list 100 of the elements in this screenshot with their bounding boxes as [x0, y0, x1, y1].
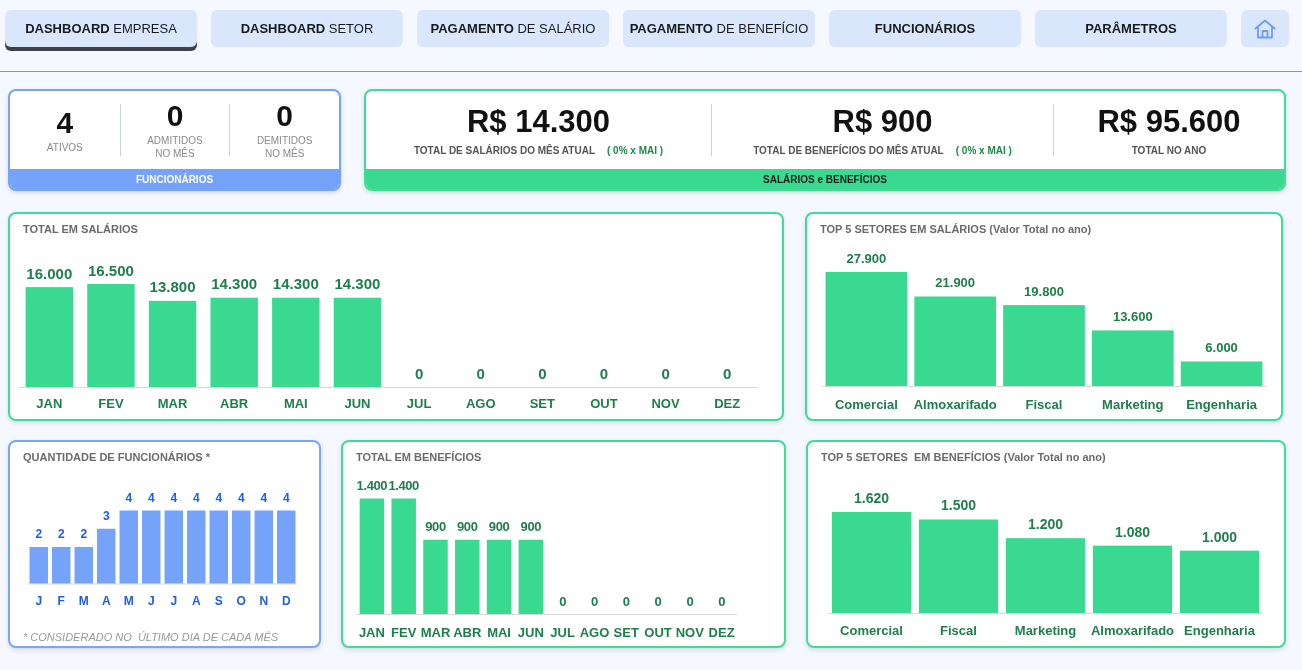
nav-tab[interactable]: PARÂMETROS — [1035, 10, 1227, 47]
value-label: 2 — [35, 527, 43, 541]
value-label: 4 — [125, 490, 133, 505]
value-label: 21.900 — [935, 275, 976, 290]
category-label: Comercial — [834, 396, 898, 412]
category-label: NOV — [651, 395, 680, 411]
kpi-value: R$ 95.600 — [1097, 104, 1241, 139]
stat-value: 0 — [166, 100, 184, 132]
category-label: M — [78, 594, 89, 608]
category-label: MAR — [420, 624, 451, 640]
nav-tab[interactable]: DASHBOARD SETOR — [211, 10, 403, 47]
stat-value: 4 — [56, 106, 74, 139]
category-label: DEZ — [714, 395, 741, 411]
category-label: OUT — [644, 624, 672, 640]
value-label: 19.800 — [1024, 283, 1064, 299]
stat-label: ATIVOS — [46, 140, 83, 154]
category-label: A — [101, 594, 111, 608]
nav-tab[interactable]: FUNCIONÁRIOS — [829, 10, 1021, 47]
chart-title: TOTAL EM BENEFÍCIOS — [356, 451, 482, 463]
category-label: JAN — [358, 624, 385, 640]
chart-bar — [74, 547, 93, 584]
category-label: FEV — [391, 624, 417, 640]
chart-title: QUANTIDADE DE FUNCIONÁRIOS * — [23, 451, 210, 463]
category-label: JAN — [36, 395, 63, 411]
category-label: S — [214, 594, 223, 608]
value-label: 1.400 — [356, 478, 388, 493]
home-icon — [1254, 18, 1276, 39]
chart-bar — [29, 547, 48, 584]
value-label: 13.800 — [149, 278, 196, 296]
value-label: 0 — [723, 364, 732, 382]
kpi-change: ( 0% x MAI ) — [607, 144, 664, 156]
value-label: 0 — [476, 364, 485, 382]
card-footer: FUNCIONÁRIOS — [10, 169, 339, 189]
value-label: 0 — [538, 364, 547, 382]
category-label: A — [191, 594, 201, 608]
value-label: 0 — [718, 593, 726, 609]
category-label: J — [35, 594, 43, 608]
chart-title: TOTAL EM SALÁRIOS — [23, 223, 138, 235]
category-label: ABR — [220, 395, 249, 411]
value-label: 0 — [622, 593, 630, 609]
category-label: JUL — [406, 395, 432, 411]
category-label: M — [123, 594, 134, 608]
nav-tab[interactable]: PAGAMENTO DE BENEFÍCIO — [623, 10, 815, 47]
kpi-value: R$ 900 — [832, 104, 933, 139]
category-label: J — [170, 594, 178, 608]
category-label: JUL — [550, 624, 575, 640]
stat-label: DEMITIDOS NO MÊS — [255, 134, 314, 160]
value-label: 4 — [192, 490, 200, 505]
category-label: J — [147, 594, 155, 608]
value-label: 4 — [147, 490, 155, 505]
value-label: 4 — [215, 490, 223, 505]
card-footer: SALÁRIOS e BENEFÍCIOS — [366, 169, 1284, 189]
category-label: JUN — [517, 624, 544, 640]
value-label: 14.300 — [272, 275, 319, 293]
value-label: 0 — [661, 364, 670, 382]
value-label: 14.300 — [334, 275, 381, 293]
home-button[interactable] — [1241, 10, 1289, 47]
value-label: 1.200 — [1028, 516, 1063, 533]
value-label: 0 — [559, 593, 567, 609]
value-label: 0 — [414, 364, 424, 382]
category-label: F — [57, 594, 65, 608]
value-label: 1.080 — [1115, 523, 1150, 540]
value-label: 27.900 — [846, 250, 887, 266]
value-label: 0 — [599, 364, 609, 382]
stat-value: 0 — [276, 100, 293, 132]
category-label: Marketing — [1014, 622, 1077, 638]
value-label: 4 — [170, 490, 178, 505]
chart-bar — [52, 547, 71, 584]
category-label: Marketing — [1102, 396, 1164, 412]
value-label: 0 — [686, 593, 694, 609]
category-label: Fiscal — [940, 622, 977, 638]
value-label: 900 — [457, 519, 478, 535]
value-label: 16.500 — [88, 261, 134, 279]
value-label: 3 — [102, 508, 110, 523]
category-label: OUT — [590, 395, 618, 411]
category-label: JUN — [344, 395, 371, 411]
kpi-change: ( 0% x MAI ) — [955, 144, 1012, 156]
value-label: 2 — [57, 527, 65, 541]
kpi-value: R$ 14.300 — [466, 104, 611, 139]
category-label: SET — [613, 624, 639, 640]
value-label: 1.620 — [854, 490, 889, 506]
value-label: 900 — [425, 519, 446, 535]
category-label: Almoxarifado — [1090, 622, 1175, 638]
value-label: 16.000 — [26, 264, 73, 282]
category-label: AGO — [579, 624, 610, 640]
category-label: Engenharia — [1186, 396, 1257, 412]
value-label: 14.300 — [211, 275, 258, 293]
chart-bar — [97, 528, 116, 584]
category-label: AGO — [465, 395, 496, 411]
value-label: 13.600 — [1112, 308, 1153, 324]
value-label: 4 — [282, 490, 290, 505]
category-label: DEZ — [708, 624, 735, 640]
stat-label: ADMITIDOS NO MÊS — [146, 134, 204, 160]
kpi-caption: TOTAL DE SALÁRIOS DO MÊS ATUAL — [413, 144, 595, 156]
category-label: SET — [529, 395, 555, 411]
value-label: 1.500 — [941, 497, 976, 514]
category-label: Almoxarifado — [913, 396, 997, 412]
nav-tab[interactable]: PAGAMENTO DE SALÁRIO — [417, 10, 609, 47]
footnote: * CONSIDERADO NO ÚLTIMO DIA DE CADA MÊS — [23, 631, 279, 643]
category-label: Fiscal — [1025, 396, 1063, 412]
